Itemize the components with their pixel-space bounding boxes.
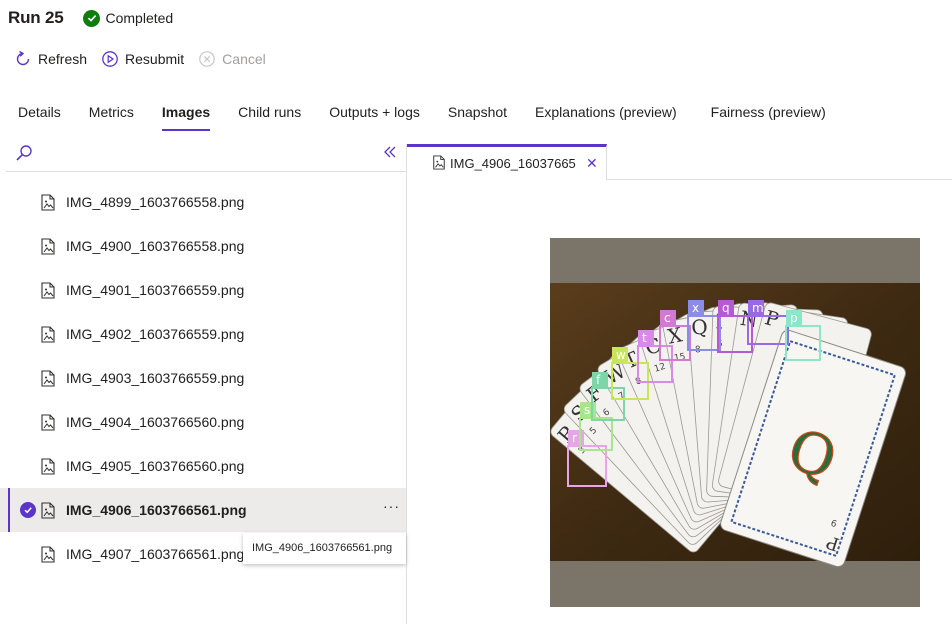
cancel-button[interactable]: Cancel	[198, 50, 266, 68]
image-file-icon	[40, 370, 56, 390]
detection-label: c	[664, 311, 671, 325]
tab-child-runs[interactable]: Child runs	[238, 98, 301, 126]
detection-label: q	[722, 301, 730, 315]
detection-label: r	[572, 431, 577, 445]
detection-label: p	[790, 311, 798, 325]
image-viewer-pane: IMG_4906_1603766561.png ✕ R3S5F6W7T8C12X…	[407, 144, 952, 624]
resubmit-label: Resubmit	[125, 51, 185, 67]
tab-outputs-logs[interactable]: Outputs + logs	[329, 98, 420, 126]
status-badge: Completed	[83, 9, 174, 27]
file-name: IMG_4901_1603766559.png	[66, 282, 245, 298]
file-explorer-toolbar	[6, 144, 406, 172]
detection-label: x	[692, 301, 699, 315]
image-file-icon	[40, 238, 56, 258]
file-list: IMG_4899_1603766558.png IMG_4900_1603766…	[0, 180, 406, 576]
image-file-icon	[432, 154, 446, 173]
file-row[interactable]: IMG_4900_1603766558.png	[0, 224, 406, 268]
detection-label: m	[752, 301, 764, 315]
refresh-label: Refresh	[38, 51, 88, 67]
refresh-icon	[16, 50, 30, 66]
card-letter: Q	[690, 314, 708, 339]
more-options-icon[interactable]: ···	[383, 498, 400, 514]
resubmit-button[interactable]: Resubmit	[101, 50, 184, 68]
run-tabs: Details Metrics Images Child runs Output…	[18, 98, 854, 134]
image-file-icon	[40, 502, 56, 522]
cancel-label: Cancel	[222, 51, 266, 67]
detection-label: w	[616, 348, 626, 362]
open-files-tabbar: IMG_4906_1603766561.png ✕	[407, 144, 952, 180]
file-row[interactable]: IMG_4899_1603766558.png	[0, 180, 406, 224]
tab-explanations[interactable]: Explanations (preview)	[535, 98, 677, 126]
file-name: IMG_4906_1603766561.png	[66, 502, 247, 518]
file-row[interactable]: IMG_4903_1603766559.png	[0, 356, 406, 400]
file-name: IMG_4900_1603766558.png	[66, 238, 245, 254]
file-row[interactable]: IMG_4901_1603766559.png	[0, 268, 406, 312]
tab-metrics[interactable]: Metrics	[89, 98, 134, 126]
file-name: IMG_4907_1603766561.png	[66, 546, 245, 562]
checkmark-icon	[83, 9, 101, 27]
image-file-icon	[40, 458, 56, 478]
file-name: IMG_4904_1603766560.png	[66, 414, 245, 430]
detection-label: s	[584, 403, 590, 417]
tab-details[interactable]: Details	[18, 98, 61, 126]
refresh-button[interactable]: Refresh	[14, 50, 87, 68]
file-name: IMG_4903_1603766559.png	[66, 370, 245, 386]
run-title: Run 25	[8, 8, 64, 27]
detection-label: t	[642, 331, 647, 345]
file-row[interactable]: IMG_4905_1603766560.png	[0, 444, 406, 488]
collapse-pane-icon[interactable]	[382, 144, 398, 165]
image-file-icon	[40, 546, 56, 566]
file-name: IMG_4905_1603766560.png	[66, 458, 245, 474]
run-header: Run 25 Completed	[8, 6, 173, 30]
toolbar: Refresh Resubmit Cancel	[14, 49, 280, 69]
file-name: IMG_4899_1603766558.png	[66, 194, 245, 210]
tab-fairness[interactable]: Fairness (preview)	[711, 98, 826, 126]
annotated-card-photo: R3S5F6W7T8C12X15Q8I6N PQP6rsfwtcx q mp	[550, 283, 920, 568]
file-name: IMG_4902_1603766559.png	[66, 326, 245, 342]
selected-check-icon	[20, 502, 36, 518]
image-file-icon	[40, 282, 56, 302]
cancel-icon	[199, 51, 215, 67]
play-circle-icon	[102, 51, 118, 67]
image-file-icon	[40, 414, 56, 434]
file-row[interactable]: IMG_4902_1603766559.png	[0, 312, 406, 356]
open-file-tab-label: IMG_4906_1603766561.png	[450, 156, 576, 171]
image-file-icon	[40, 326, 56, 346]
tab-images[interactable]: Images	[161, 98, 211, 131]
status-text: Completed	[105, 10, 174, 26]
image-preview: R 3 S 5 F 6 W 7 T 8 C 12 X 15 Q 8 I 6 N P Q P 6 r s f w t c x q m p	[550, 238, 920, 607]
search-icon[interactable]	[14, 144, 34, 169]
close-icon[interactable]: ✕	[586, 155, 598, 172]
file-row[interactable]: IMG_4904_1603766560.png	[0, 400, 406, 444]
file-row-selected[interactable]: IMG_4906_1603766561.png ···	[0, 488, 406, 532]
open-file-tab[interactable]: IMG_4906_1603766561.png ✕	[407, 144, 607, 180]
tab-snapshot[interactable]: Snapshot	[448, 98, 507, 126]
file-name-tooltip: IMG_4906_1603766561.png	[243, 533, 406, 564]
image-file-icon	[40, 194, 56, 214]
